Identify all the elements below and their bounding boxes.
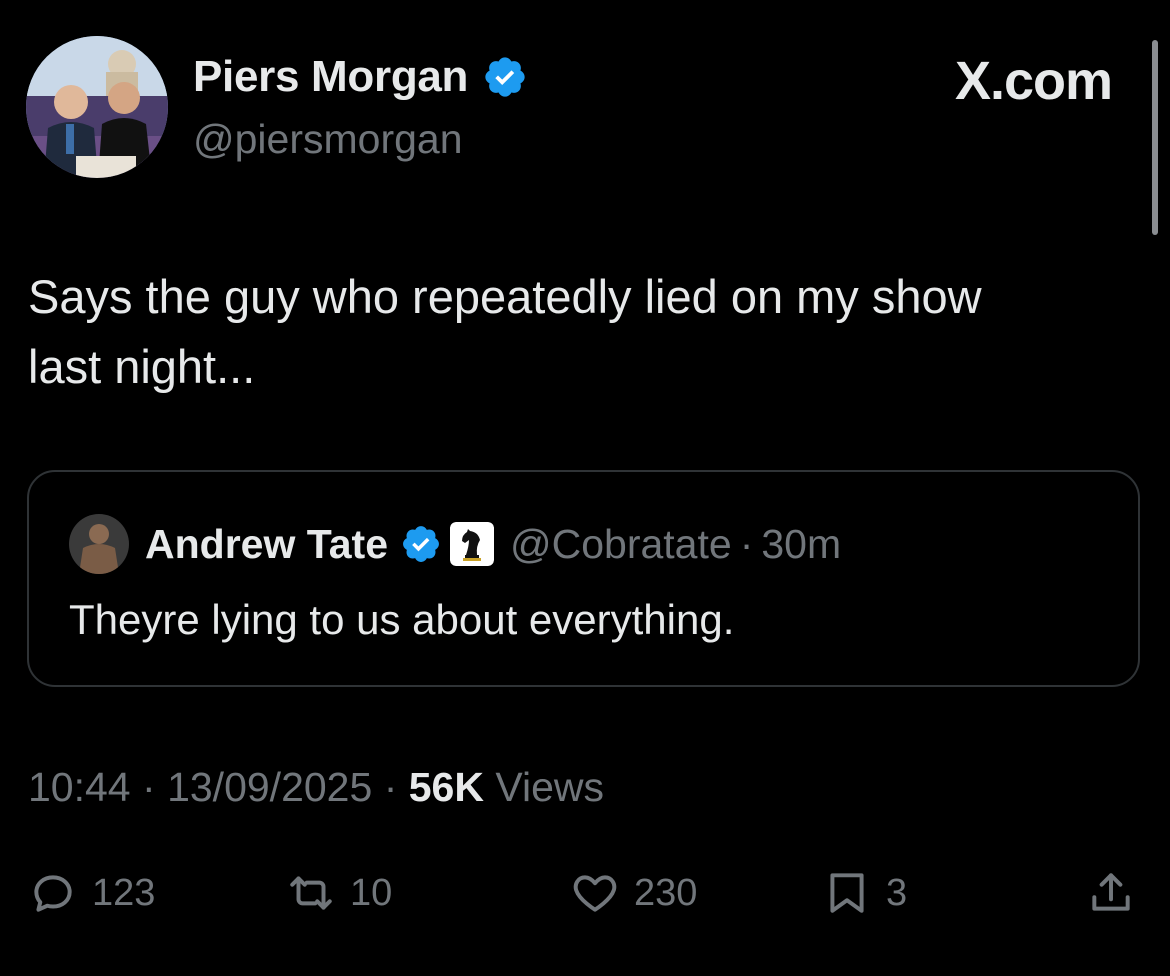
separator-dot: · [142, 764, 156, 810]
author-handle[interactable]: @piersmorgan [193, 116, 463, 163]
bookmark-button[interactable]: 3 [822, 868, 907, 918]
like-count: 230 [634, 871, 698, 914]
reply-count: 123 [92, 871, 156, 914]
separator-dot: · [739, 520, 754, 567]
quoted-author-name[interactable]: Andrew Tate [145, 521, 388, 568]
tweet-date[interactable]: 13/09/2025 [167, 764, 372, 810]
author-name[interactable]: Piers Morgan [193, 52, 468, 102]
tweet-text: Says the guy who repeatedly lied on my s… [28, 262, 1138, 402]
tweet-text-line: last night... [28, 340, 256, 393]
share-button[interactable] [1086, 868, 1136, 918]
quoted-author-handle[interactable]: @Cobratate [510, 521, 732, 568]
tweet-text-line: Says the guy who repeatedly lied on my s… [28, 270, 982, 323]
repost-icon [290, 876, 332, 910]
separator-dot: · [383, 764, 398, 810]
share-icon [1092, 873, 1130, 911]
reply-button[interactable]: 123 [28, 868, 155, 918]
source-label: X.com [954, 51, 1113, 111]
quoted-header: Andrew Tate @Cobratate · 30m [69, 514, 841, 574]
verified-badge-icon [485, 57, 525, 97]
tweet-meta: 10:44 · 13/09/2025 · 56K Views [28, 764, 604, 811]
quoted-text: Theyre lying to us about everything. [69, 596, 735, 643]
views-label: Views [495, 764, 605, 810]
chess-knight-badge-icon [450, 522, 494, 566]
scrollbar[interactable] [1152, 40, 1158, 235]
author-avatar[interactable] [26, 36, 168, 178]
quoted-avatar[interactable] [69, 514, 129, 574]
author-name-row: Piers Morgan [193, 52, 528, 102]
quoted-tweet[interactable]: Andrew Tate @Cobratate · 30m Theyre lyin… [27, 470, 1140, 687]
repost-button[interactable]: 10 [286, 868, 392, 918]
heart-icon [573, 875, 617, 912]
views-count: 56K [408, 764, 484, 810]
tweet-time[interactable]: 10:44 [28, 764, 131, 810]
verified-badge-icon [403, 526, 439, 562]
bookmark-count: 3 [886, 871, 908, 914]
action-bar: 123 10 230 3 [0, 860, 1170, 930]
like-button[interactable]: 230 [570, 868, 697, 918]
quoted-timestamp[interactable]: 30m [761, 521, 841, 568]
reply-icon [34, 875, 72, 912]
repost-count: 10 [350, 871, 393, 914]
bookmark-icon [830, 873, 864, 913]
